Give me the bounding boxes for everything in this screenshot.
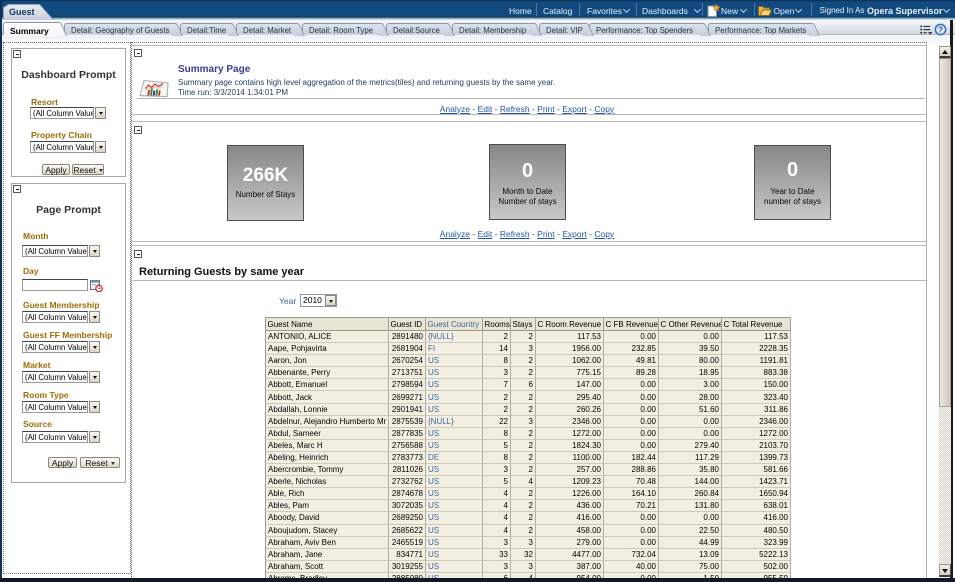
svg-text:?: ?: [938, 24, 943, 34]
